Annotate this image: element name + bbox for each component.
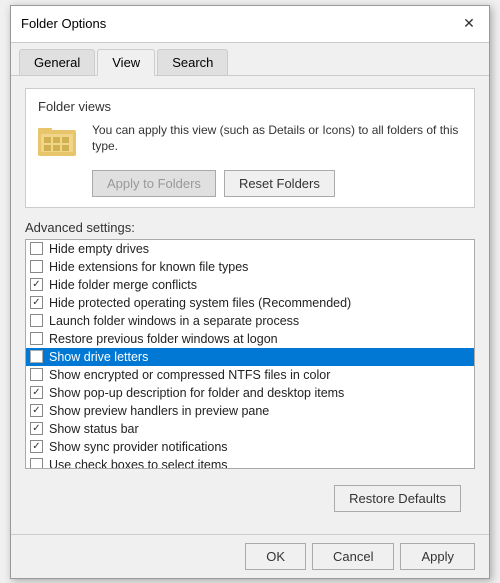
tab-general[interactable]: General [19, 49, 95, 75]
tab-content: Folder views [11, 76, 489, 534]
list-item-label: Hide folder merge conflicts [49, 278, 197, 292]
list-item-label: Hide extensions for known file types [49, 260, 248, 274]
list-item[interactable]: Show sync provider notifications [26, 438, 474, 456]
dialog-title: Folder Options [21, 16, 106, 31]
list-item[interactable]: Use check boxes to select items [26, 456, 474, 469]
advanced-settings-list[interactable]: Hide empty drives Hide extensions for kno… [25, 239, 475, 469]
close-button[interactable]: ✕ [459, 14, 479, 34]
checkbox-show-status-bar[interactable] [30, 422, 43, 435]
list-item[interactable]: Show preview handlers in preview pane [26, 402, 474, 420]
list-item-label: Restore previous folder windows at logon [49, 332, 278, 346]
list-item-label: Show drive letters [49, 350, 148, 364]
list-item-label: Hide protected operating system files (R… [49, 296, 351, 310]
list-item-label: Use check boxes to select items [49, 458, 228, 469]
checkbox-launch-folder-windows[interactable] [30, 314, 43, 327]
advanced-settings-section: Advanced settings: Hide empty drivesHide… [25, 220, 475, 469]
apply-button[interactable]: Apply [400, 543, 475, 570]
list-item-label: Show sync provider notifications [49, 440, 228, 454]
list-item[interactable]: Show drive letters [26, 348, 474, 366]
tab-bar: General View Search [11, 43, 489, 76]
checkbox-show-popup[interactable] [30, 386, 43, 399]
tab-search[interactable]: Search [157, 49, 228, 75]
title-bar: Folder Options ✕ [11, 6, 489, 43]
list-item[interactable]: Hide folder merge conflicts [26, 276, 474, 294]
checkbox-hide-folder-merge[interactable] [30, 278, 43, 291]
checkbox-restore-previous[interactable] [30, 332, 43, 345]
checkbox-show-preview-handlers[interactable] [30, 404, 43, 417]
reset-folders-button[interactable]: Reset Folders [224, 170, 335, 197]
folder-views-section: Folder views [25, 88, 475, 208]
list-item[interactable]: Hide extensions for known file types [26, 258, 474, 276]
dialog-footer: OK Cancel Apply [11, 534, 489, 578]
checkbox-show-sync[interactable] [30, 440, 43, 453]
checkbox-show-encrypted[interactable] [30, 368, 43, 381]
folder-views-title: Folder views [38, 99, 462, 114]
checkbox-hide-extensions[interactable] [30, 260, 43, 273]
list-item-label: Show encrypted or compressed NTFS files … [49, 368, 330, 382]
list-item-label: Show preview handlers in preview pane [49, 404, 269, 418]
restore-defaults-button[interactable]: Restore Defaults [334, 485, 461, 512]
list-item[interactable]: Restore previous folder windows at logon [26, 330, 474, 348]
list-item[interactable]: Launch folder windows in a separate proc… [26, 312, 474, 330]
restore-defaults-row: Restore Defaults [25, 479, 475, 522]
checkbox-hide-protected-os[interactable] [30, 296, 43, 309]
ok-button[interactable]: OK [245, 543, 306, 570]
checkbox-hide-empty-drives[interactable] [30, 242, 43, 255]
folder-views-description: You can apply this view (such as Details… [92, 122, 462, 156]
folder-icon [38, 122, 80, 160]
folder-views-buttons: Apply to Folders Reset Folders [38, 170, 462, 197]
checkbox-use-checkboxes[interactable] [30, 458, 43, 469]
list-item[interactable]: Show pop-up description for folder and d… [26, 384, 474, 402]
list-item[interactable]: Hide empty drives [26, 240, 474, 258]
cancel-button[interactable]: Cancel [312, 543, 394, 570]
list-item-label: Launch folder windows in a separate proc… [49, 314, 299, 328]
folder-options-dialog: Folder Options ✕ General View Search Fol… [10, 5, 490, 579]
apply-to-folders-button[interactable]: Apply to Folders [92, 170, 216, 197]
checkbox-show-drive-letters[interactable] [30, 350, 43, 363]
list-item-label: Show pop-up description for folder and d… [49, 386, 344, 400]
list-item-label: Show status bar [49, 422, 139, 436]
list-item[interactable]: Show encrypted or compressed NTFS files … [26, 366, 474, 384]
advanced-settings-label: Advanced settings: [25, 220, 475, 235]
list-item[interactable]: Hide protected operating system files (R… [26, 294, 474, 312]
list-item-label: Hide empty drives [49, 242, 149, 256]
folder-views-content: You can apply this view (such as Details… [38, 122, 462, 160]
tab-view[interactable]: View [97, 49, 155, 76]
list-item[interactable]: Show status bar [26, 420, 474, 438]
